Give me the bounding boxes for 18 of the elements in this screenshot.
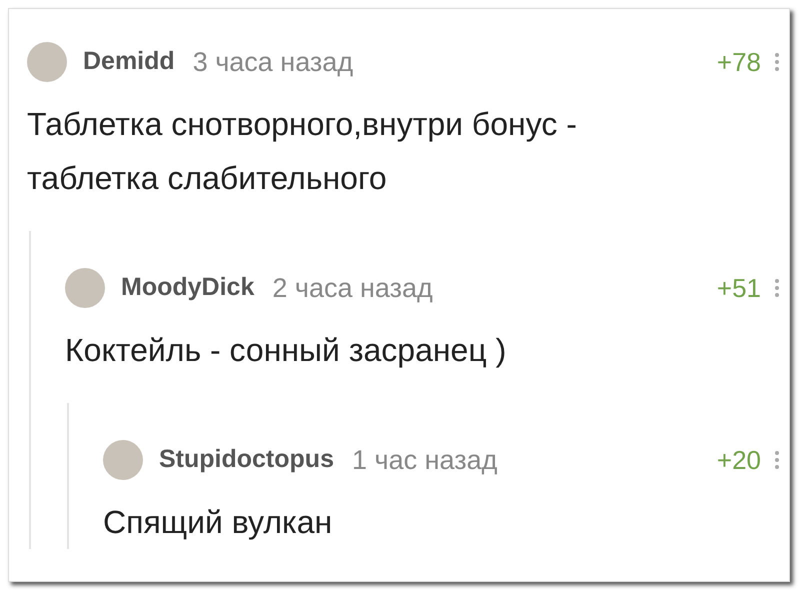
rating-score: +20: [716, 444, 761, 476]
comment-text: Таблетка снотворного,внутри бонус - таблетка слабительного: [27, 105, 578, 198]
comment-time: 2 часа назад: [272, 272, 433, 305]
comment-time: 1 час назад: [352, 444, 498, 477]
author-name[interactable]: Demidd: [83, 43, 175, 81]
comment-text: Коктейль - сонный засранец ): [65, 331, 508, 370]
avatar: [103, 440, 143, 480]
comment-text: Спящий вулкан: [103, 503, 334, 542]
comment-time: 3 часа назад: [192, 46, 354, 79]
rating-score: +51: [716, 272, 761, 304]
more-icon[interactable]: [775, 278, 779, 298]
more-icon[interactable]: [775, 52, 779, 72]
avatar: [27, 42, 67, 82]
author-name[interactable]: MoodyDick: [121, 269, 254, 307]
avatar: [65, 268, 105, 308]
author-name[interactable]: Stupidoctopus: [159, 441, 334, 479]
more-icon[interactable]: [775, 450, 779, 470]
rating-score: +78: [716, 46, 761, 78]
